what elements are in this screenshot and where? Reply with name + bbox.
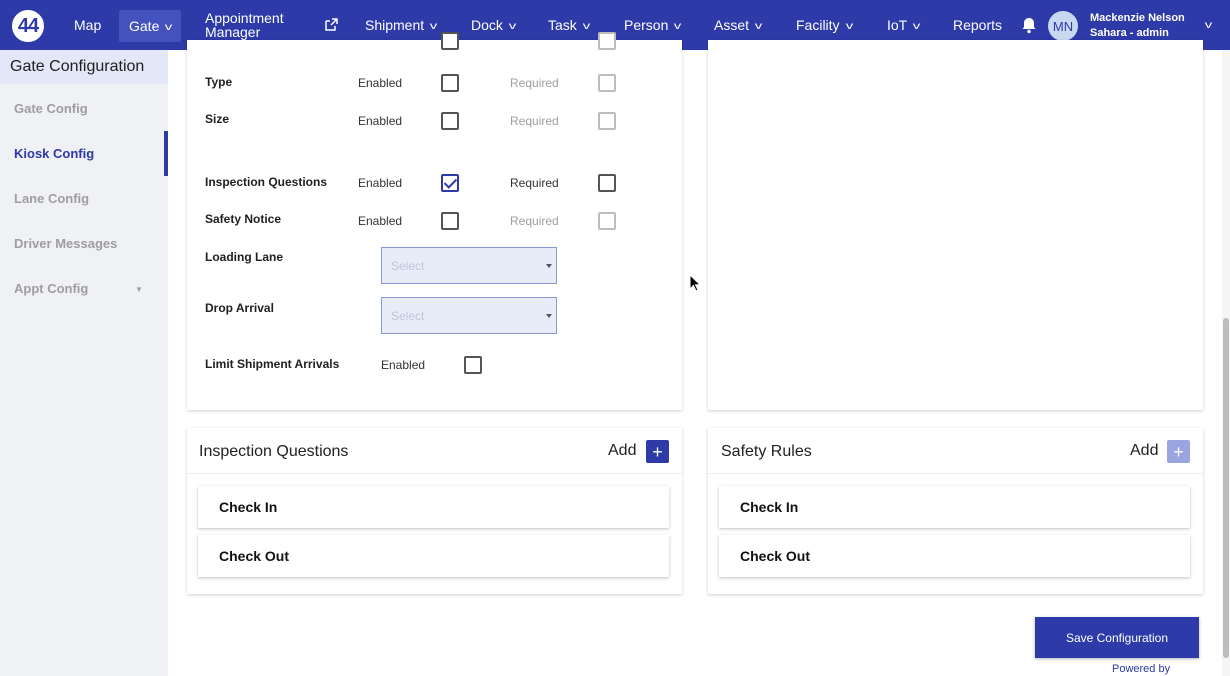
checkbox-type-required[interactable]	[598, 74, 616, 92]
add-inspection-question-button[interactable]: +	[646, 440, 669, 463]
user-menu[interactable]: Mackenzie Nelson Sahara - admin	[1090, 11, 1185, 41]
nav-item-appointment-label-1: Appointment	[205, 10, 284, 26]
nav-item-shipment-label: Shipment	[365, 17, 425, 33]
loading-lane-select[interactable]: Select	[381, 247, 557, 284]
drop-arrival-select[interactable]: Select	[381, 297, 557, 334]
nav-item-facility-label: Facility	[796, 17, 840, 33]
chevron-down-icon: v	[165, 22, 173, 33]
preview-card	[708, 40, 1203, 410]
safety-item-check-in[interactable]: Check In	[719, 486, 1190, 528]
chevron-down-icon: v	[912, 21, 921, 32]
required-label: Required	[510, 176, 559, 190]
enabled-label: Enabled	[358, 176, 403, 190]
enabled-label: Enabled	[381, 358, 426, 372]
powered-by-label: Powered by	[1112, 663, 1171, 675]
chevron-down-icon: v	[845, 21, 853, 32]
checkbox-size-required[interactable]	[598, 112, 616, 130]
checkbox-type-enabled[interactable]	[441, 74, 459, 92]
checkbox-required-partial[interactable]	[598, 32, 616, 50]
enabled-label: Enabled	[358, 114, 403, 128]
safety-rules-title: Safety Rules	[721, 443, 812, 460]
inspection-item-check-in[interactable]: Check In	[198, 486, 669, 528]
divider	[708, 473, 1203, 474]
field-label-limit-shipment-arrivals: Limit Shipment Arrivals	[205, 357, 340, 371]
powered-by: Powered by project44	[1112, 663, 1230, 676]
caret-down-icon	[546, 314, 552, 318]
add-safety-rule-button[interactable]: +	[1167, 440, 1190, 463]
checkbox-enabled-partial[interactable]	[441, 32, 459, 50]
nav-item-map-label: Map	[74, 17, 102, 33]
divider	[187, 473, 682, 474]
nav-item-asset-label: Asset	[714, 17, 750, 33]
enabled-label: Enabled	[358, 76, 403, 90]
safety-add-label: Add	[1130, 442, 1159, 459]
enabled-label: Enabled	[358, 214, 403, 228]
field-label-drop-arrival: Drop Arrival	[205, 301, 274, 315]
field-label-size: Size	[205, 112, 230, 126]
checkbox-safety-required[interactable]	[598, 212, 616, 230]
nav-item-dock-label: Dock	[471, 17, 503, 33]
sidebar-item-lane-config[interactable]: Lane Config	[14, 191, 89, 206]
select-placeholder: Select	[391, 259, 425, 273]
required-label: Required	[510, 214, 559, 228]
chevron-down-icon: v	[674, 21, 682, 32]
scrollbar-thumb[interactable]	[1223, 318, 1229, 658]
inspection-questions-title: Inspection Questions	[199, 443, 349, 460]
mouse-cursor-icon	[689, 274, 701, 292]
inspection-add-label: Add	[608, 442, 637, 459]
nav-item-iot-label: IoT	[887, 17, 908, 33]
nav-item-appointment-label-2: Manager	[205, 24, 261, 40]
sidebar-item-kiosk-config[interactable]: Kiosk Config	[14, 146, 94, 161]
chevron-down-icon: v	[429, 21, 438, 32]
kiosk-form-card: Type Enabled Required Size Enabled Requi…	[187, 32, 682, 410]
inspection-questions-card: Inspection Questions Add + Check In Chec…	[187, 428, 682, 594]
safety-item-check-out[interactable]: Check Out	[719, 535, 1190, 577]
external-link-icon[interactable]	[325, 18, 338, 31]
field-label-type: Type	[205, 75, 233, 89]
chevron-down-icon: v	[508, 21, 517, 32]
nav-item-person-label: Person	[624, 17, 669, 33]
safety-rules-card: Safety Rules Add + Check In Check Out	[708, 428, 1203, 594]
chevron-down-icon: v	[582, 21, 591, 32]
project44-logo[interactable]: 44	[10, 8, 46, 44]
nav-item-reports-label: Reports	[953, 17, 1003, 33]
save-configuration-button[interactable]: Save Configuration	[1035, 617, 1199, 658]
user-role: Sahara - admin	[1090, 27, 1169, 39]
inspection-item-check-out[interactable]: Check Out	[198, 535, 669, 577]
checkbox-size-enabled[interactable]	[441, 112, 459, 130]
checkbox-inspection-required[interactable]	[598, 174, 616, 192]
select-placeholder: Select	[391, 309, 425, 323]
bell-icon[interactable]	[1020, 16, 1038, 34]
active-indicator	[164, 131, 168, 176]
sidebar-item-driver-messages[interactable]: Driver Messages	[14, 236, 117, 251]
required-label: Required	[510, 114, 559, 128]
avatar[interactable]: MN	[1048, 11, 1078, 41]
user-name: Mackenzie Nelson	[1090, 12, 1185, 24]
sidebar-item-appt-config[interactable]: Appt Config	[14, 281, 88, 296]
sidebar: Gate Configuration Gate Config Kiosk Con…	[0, 50, 168, 676]
field-label-inspection-questions: Inspection Questions	[205, 175, 328, 189]
caret-down-icon	[546, 264, 552, 268]
nav-item-map[interactable]: Map	[74, 0, 101, 50]
sidebar-title: Gate Configuration	[0, 50, 168, 84]
field-label-loading-lane: Loading Lane	[205, 250, 283, 264]
caret-down-icon[interactable]: ▼	[135, 285, 143, 294]
chevron-down-icon[interactable]: v	[1205, 20, 1213, 31]
checkbox-limit-shipment-enabled[interactable]	[464, 356, 482, 374]
required-label: Required	[510, 76, 559, 90]
sidebar-item-gate-config[interactable]: Gate Config	[14, 101, 88, 116]
nav-item-gate-label: Gate	[129, 18, 160, 34]
nav-item-gate[interactable]: Gate v	[119, 10, 182, 42]
chevron-down-icon: v	[754, 21, 763, 32]
checkbox-safety-enabled[interactable]	[441, 212, 459, 230]
field-label-safety-notice: Safety Notice	[205, 212, 282, 226]
checkbox-inspection-enabled[interactable]	[441, 174, 459, 192]
nav-item-task-label: Task	[548, 17, 577, 33]
